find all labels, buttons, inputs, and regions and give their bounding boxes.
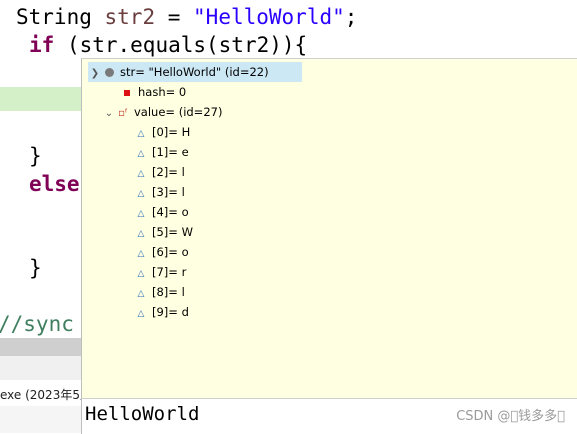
current-line-highlight: [0, 87, 82, 111]
char-item[interactable]: △ [2]= l: [134, 162, 185, 182]
detail-text: HelloWorld: [85, 403, 200, 425]
end-token: ;: [344, 5, 358, 29]
array-element-icon: △: [137, 169, 145, 179]
char-item[interactable]: △ [7]= r: [134, 262, 187, 282]
code-line-1: String str2 = "HelloWorld";: [16, 3, 357, 31]
if-keyword: if: [29, 33, 55, 57]
char-item[interactable]: △ [1]= e: [134, 142, 189, 162]
collapse-icon[interactable]: ❯: [88, 64, 102, 84]
code-line-6: //sync: [0, 312, 74, 336]
array-element-icon: △: [137, 249, 145, 259]
char-item[interactable]: △ [0]= H: [134, 122, 191, 142]
array-element-icon: △: [137, 189, 145, 199]
string-token: "HelloWorld": [193, 5, 345, 29]
char-item-label: [0]= H: [152, 125, 191, 139]
array-element-icon: △: [137, 209, 145, 219]
array-element-icon: △: [137, 129, 145, 139]
expand-icon[interactable]: ⌄: [102, 104, 116, 124]
value-label: value= (id=27): [134, 105, 223, 119]
tree-value[interactable]: ⌄ ▫ᶠ value= (id=27): [102, 102, 223, 124]
code-line-4: else: [29, 172, 80, 196]
array-element-icon: △: [137, 269, 145, 279]
array-element-icon: △: [137, 309, 145, 319]
char-item-label: [1]= e: [152, 145, 189, 159]
root-label: str= "HelloWorld" (id=22): [120, 65, 269, 79]
code-line-3: }: [29, 144, 42, 168]
array-element-icon: △: [137, 229, 145, 239]
type-token: String: [16, 5, 105, 29]
bottom-panel: [0, 406, 82, 433]
char-item[interactable]: △ [6]= o: [134, 242, 189, 262]
editor-splitter[interactable]: [0, 338, 82, 356]
char-item-label: [9]= d: [152, 305, 189, 319]
final-field-icon: ▫ᶠ: [118, 108, 128, 119]
private-field-icon: [120, 82, 134, 102]
char-item-label: [6]= o: [152, 245, 189, 259]
char-item-label: [4]= o: [152, 205, 189, 219]
array-element-icon: △: [137, 289, 145, 299]
console-line: exe (2023年5月: [0, 388, 82, 402]
char-item[interactable]: △ [9]= d: [134, 302, 189, 322]
condition-text: (str.equals(str2)){: [54, 33, 308, 57]
char-item-label: [5]= W: [152, 225, 193, 239]
object-icon: [102, 62, 116, 82]
code-line-2: if (str.equals(str2)){: [29, 31, 307, 59]
inspect-popup: ❯ str= "HelloWorld" (id=22) hash= 0 ⌄ ▫ᶠ va…: [81, 58, 577, 399]
tree-hash[interactable]: hash= 0: [120, 82, 186, 102]
char-item[interactable]: △ [5]= W: [134, 222, 193, 242]
char-item-label: [3]= l: [152, 185, 185, 199]
array-element-icon: △: [137, 149, 145, 159]
var-token: str2: [104, 5, 156, 29]
console-toolbar: [0, 356, 82, 380]
char-item-label: [8]= l: [152, 285, 185, 299]
char-item-label: [2]= l: [152, 165, 185, 179]
char-item-label: [7]= r: [152, 265, 187, 279]
op-token: =: [155, 5, 194, 29]
char-item[interactable]: △ [4]= o: [134, 202, 189, 222]
char-item[interactable]: △ [8]= l: [134, 282, 185, 302]
hash-label: hash= 0: [138, 85, 187, 99]
watermark: CSDN @ 钱多多 : [456, 409, 565, 424]
code-line-5: }: [29, 256, 42, 280]
tree-root[interactable]: ❯ str= "HelloWorld" (id=22): [88, 62, 302, 82]
char-item[interactable]: △ [3]= l: [134, 182, 185, 202]
